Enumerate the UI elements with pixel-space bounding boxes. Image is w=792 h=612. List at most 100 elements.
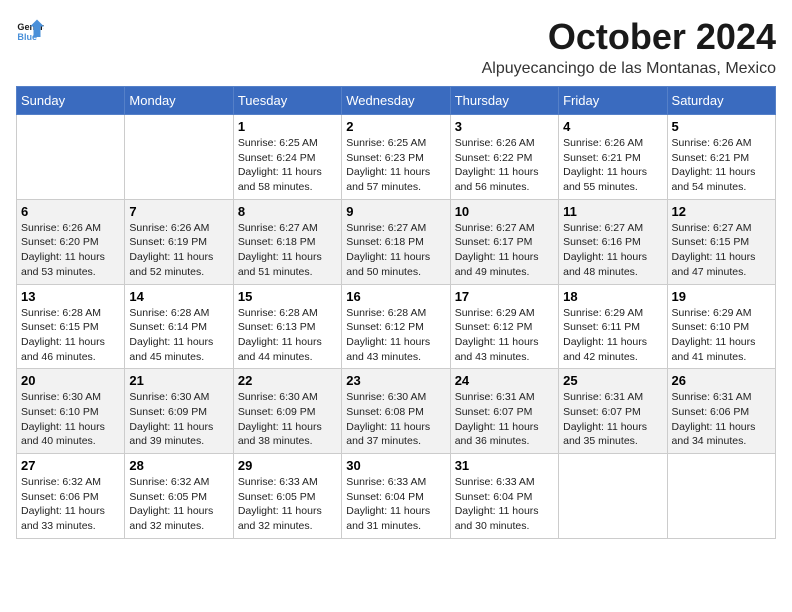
calendar-cell: 2 Sunrise: 6:25 AMSunset: 6:23 PMDaylight… bbox=[342, 115, 450, 200]
day-number: 3 bbox=[455, 119, 554, 134]
calendar-cell: 8 Sunrise: 6:27 AMSunset: 6:18 PMDaylight… bbox=[233, 199, 341, 284]
calendar-cell: 23 Sunrise: 6:30 AMSunset: 6:08 PMDayligh… bbox=[342, 369, 450, 454]
day-number: 11 bbox=[563, 204, 662, 219]
weekday-header-wednesday: Wednesday bbox=[342, 87, 450, 115]
day-info: Sunrise: 6:27 AMSunset: 6:17 PMDaylight:… bbox=[455, 221, 554, 280]
logo: General Blue bbox=[16, 16, 44, 44]
calendar-cell: 5Sunrise: 6:26 AMSunset: 6:21 PMDaylight… bbox=[667, 115, 775, 200]
week-row-3: 13 Sunrise: 6:28 AMSunset: 6:15 PMDayligh… bbox=[17, 284, 776, 369]
day-info: Sunrise: 6:27 AMSunset: 6:18 PMDaylight:… bbox=[346, 221, 445, 280]
month-title: October 2024 bbox=[482, 16, 776, 58]
day-info: Sunrise: 6:31 AMSunset: 6:07 PMDaylight:… bbox=[563, 390, 662, 449]
day-info: Sunrise: 6:30 AMSunset: 6:08 PMDaylight:… bbox=[346, 390, 445, 449]
location-title: Alpuyecancingo de las Montanas, Mexico bbox=[482, 60, 776, 78]
day-number: 20 bbox=[21, 373, 120, 388]
day-info: Sunrise: 6:33 AMSunset: 6:04 PMDaylight:… bbox=[455, 475, 554, 534]
calendar-cell: 22Sunrise: 6:30 AMSunset: 6:09 PMDayligh… bbox=[233, 369, 341, 454]
weekday-header-tuesday: Tuesday bbox=[233, 87, 341, 115]
day-info: Sunrise: 6:29 AMSunset: 6:12 PMDaylight:… bbox=[455, 306, 554, 365]
calendar-cell bbox=[667, 454, 775, 539]
day-number: 30 bbox=[346, 458, 445, 473]
calendar-cell: 10 Sunrise: 6:27 AMSunset: 6:17 PMDayligh… bbox=[450, 199, 558, 284]
calendar-cell: 1 Sunrise: 6:25 AMSunset: 6:24 PMDaylight… bbox=[233, 115, 341, 200]
day-number: 6 bbox=[21, 204, 120, 219]
calendar-cell: 26Sunrise: 6:31 AMSunset: 6:06 PMDayligh… bbox=[667, 369, 775, 454]
day-info: Sunrise: 6:27 AMSunset: 6:15 PMDaylight:… bbox=[672, 221, 771, 280]
day-info: Sunrise: 6:26 AMSunset: 6:21 PMDaylight:… bbox=[672, 136, 771, 195]
weekday-header-saturday: Saturday bbox=[667, 87, 775, 115]
weekday-header-sunday: Sunday bbox=[17, 87, 125, 115]
calendar-cell: 21 Sunrise: 6:30 AMSunset: 6:09 PMDayligh… bbox=[125, 369, 233, 454]
calendar-cell: 18 Sunrise: 6:29 AMSunset: 6:11 PMDayligh… bbox=[559, 284, 667, 369]
calendar-cell: 19 Sunrise: 6:29 AMSunset: 6:10 PMDayligh… bbox=[667, 284, 775, 369]
day-number: 10 bbox=[455, 204, 554, 219]
day-number: 16 bbox=[346, 289, 445, 304]
day-number: 7 bbox=[129, 204, 228, 219]
weekday-header-thursday: Thursday bbox=[450, 87, 558, 115]
calendar-cell: 11Sunrise: 6:27 AMSunset: 6:16 PMDayligh… bbox=[559, 199, 667, 284]
calendar-cell bbox=[17, 115, 125, 200]
day-info: Sunrise: 6:28 AMSunset: 6:13 PMDaylight:… bbox=[238, 306, 337, 365]
week-row-4: 20Sunrise: 6:30 AMSunset: 6:10 PMDayligh… bbox=[17, 369, 776, 454]
calendar-cell: 12 Sunrise: 6:27 AMSunset: 6:15 PMDayligh… bbox=[667, 199, 775, 284]
calendar-cell: 15 Sunrise: 6:28 AMSunset: 6:13 PMDayligh… bbox=[233, 284, 341, 369]
day-number: 25 bbox=[563, 373, 662, 388]
day-number: 4 bbox=[563, 119, 662, 134]
week-row-5: 27 Sunrise: 6:32 AMSunset: 6:06 PMDayligh… bbox=[17, 454, 776, 539]
day-number: 14 bbox=[129, 289, 228, 304]
day-info: Sunrise: 6:29 AMSunset: 6:11 PMDaylight:… bbox=[563, 306, 662, 365]
day-number: 29 bbox=[238, 458, 337, 473]
day-info: Sunrise: 6:27 AMSunset: 6:18 PMDaylight:… bbox=[238, 221, 337, 280]
day-info: Sunrise: 6:26 AMSunset: 6:21 PMDaylight:… bbox=[563, 136, 662, 195]
weekday-header-row: SundayMondayTuesdayWednesdayThursdayFrid… bbox=[17, 87, 776, 115]
calendar-table: SundayMondayTuesdayWednesdayThursdayFrid… bbox=[16, 86, 776, 539]
day-number: 19 bbox=[672, 289, 771, 304]
calendar-cell: 7Sunrise: 6:26 AMSunset: 6:19 PMDaylight… bbox=[125, 199, 233, 284]
day-info: Sunrise: 6:26 AMSunset: 6:22 PMDaylight:… bbox=[455, 136, 554, 195]
day-number: 31 bbox=[455, 458, 554, 473]
day-info: Sunrise: 6:33 AMSunset: 6:04 PMDaylight:… bbox=[346, 475, 445, 534]
calendar-cell: 20Sunrise: 6:30 AMSunset: 6:10 PMDayligh… bbox=[17, 369, 125, 454]
day-number: 2 bbox=[346, 119, 445, 134]
day-number: 24 bbox=[455, 373, 554, 388]
day-info: Sunrise: 6:30 AMSunset: 6:09 PMDaylight:… bbox=[129, 390, 228, 449]
calendar-cell: 31 Sunrise: 6:33 AMSunset: 6:04 PMDayligh… bbox=[450, 454, 558, 539]
day-number: 23 bbox=[346, 373, 445, 388]
week-row-1: 1 Sunrise: 6:25 AMSunset: 6:24 PMDaylight… bbox=[17, 115, 776, 200]
day-number: 1 bbox=[238, 119, 337, 134]
calendar-cell: 24 Sunrise: 6:31 AMSunset: 6:07 PMDayligh… bbox=[450, 369, 558, 454]
day-number: 28 bbox=[129, 458, 228, 473]
logo-icon: General Blue bbox=[16, 16, 44, 44]
title-area: October 2024 Alpuyecancingo de las Monta… bbox=[482, 16, 776, 78]
calendar-cell: 14 Sunrise: 6:28 AMSunset: 6:14 PMDayligh… bbox=[125, 284, 233, 369]
day-info: Sunrise: 6:25 AMSunset: 6:24 PMDaylight:… bbox=[238, 136, 337, 195]
day-info: Sunrise: 6:26 AMSunset: 6:20 PMDaylight:… bbox=[21, 221, 120, 280]
calendar-cell: 29 Sunrise: 6:33 AMSunset: 6:05 PMDayligh… bbox=[233, 454, 341, 539]
day-number: 9 bbox=[346, 204, 445, 219]
day-info: Sunrise: 6:28 AMSunset: 6:14 PMDaylight:… bbox=[129, 306, 228, 365]
day-info: Sunrise: 6:31 AMSunset: 6:07 PMDaylight:… bbox=[455, 390, 554, 449]
calendar-cell: 3 Sunrise: 6:26 AMSunset: 6:22 PMDaylight… bbox=[450, 115, 558, 200]
calendar-cell: 28Sunrise: 6:32 AMSunset: 6:05 PMDayligh… bbox=[125, 454, 233, 539]
day-number: 18 bbox=[563, 289, 662, 304]
day-number: 27 bbox=[21, 458, 120, 473]
calendar-cell: 30 Sunrise: 6:33 AMSunset: 6:04 PMDayligh… bbox=[342, 454, 450, 539]
day-number: 15 bbox=[238, 289, 337, 304]
day-number: 8 bbox=[238, 204, 337, 219]
calendar-cell: 4 Sunrise: 6:26 AMSunset: 6:21 PMDaylight… bbox=[559, 115, 667, 200]
day-number: 22 bbox=[238, 373, 337, 388]
weekday-header-friday: Friday bbox=[559, 87, 667, 115]
weekday-header-monday: Monday bbox=[125, 87, 233, 115]
calendar-cell: 13 Sunrise: 6:28 AMSunset: 6:15 PMDayligh… bbox=[17, 284, 125, 369]
day-number: 13 bbox=[21, 289, 120, 304]
day-info: Sunrise: 6:25 AMSunset: 6:23 PMDaylight:… bbox=[346, 136, 445, 195]
calendar-cell bbox=[559, 454, 667, 539]
day-number: 12 bbox=[672, 204, 771, 219]
day-number: 21 bbox=[129, 373, 228, 388]
day-info: Sunrise: 6:28 AMSunset: 6:15 PMDaylight:… bbox=[21, 306, 120, 365]
day-info: Sunrise: 6:29 AMSunset: 6:10 PMDaylight:… bbox=[672, 306, 771, 365]
calendar-cell: 16Sunrise: 6:28 AMSunset: 6:12 PMDayligh… bbox=[342, 284, 450, 369]
day-info: Sunrise: 6:32 AMSunset: 6:06 PMDaylight:… bbox=[21, 475, 120, 534]
calendar-cell: 6 Sunrise: 6:26 AMSunset: 6:20 PMDaylight… bbox=[17, 199, 125, 284]
day-info: Sunrise: 6:33 AMSunset: 6:05 PMDaylight:… bbox=[238, 475, 337, 534]
